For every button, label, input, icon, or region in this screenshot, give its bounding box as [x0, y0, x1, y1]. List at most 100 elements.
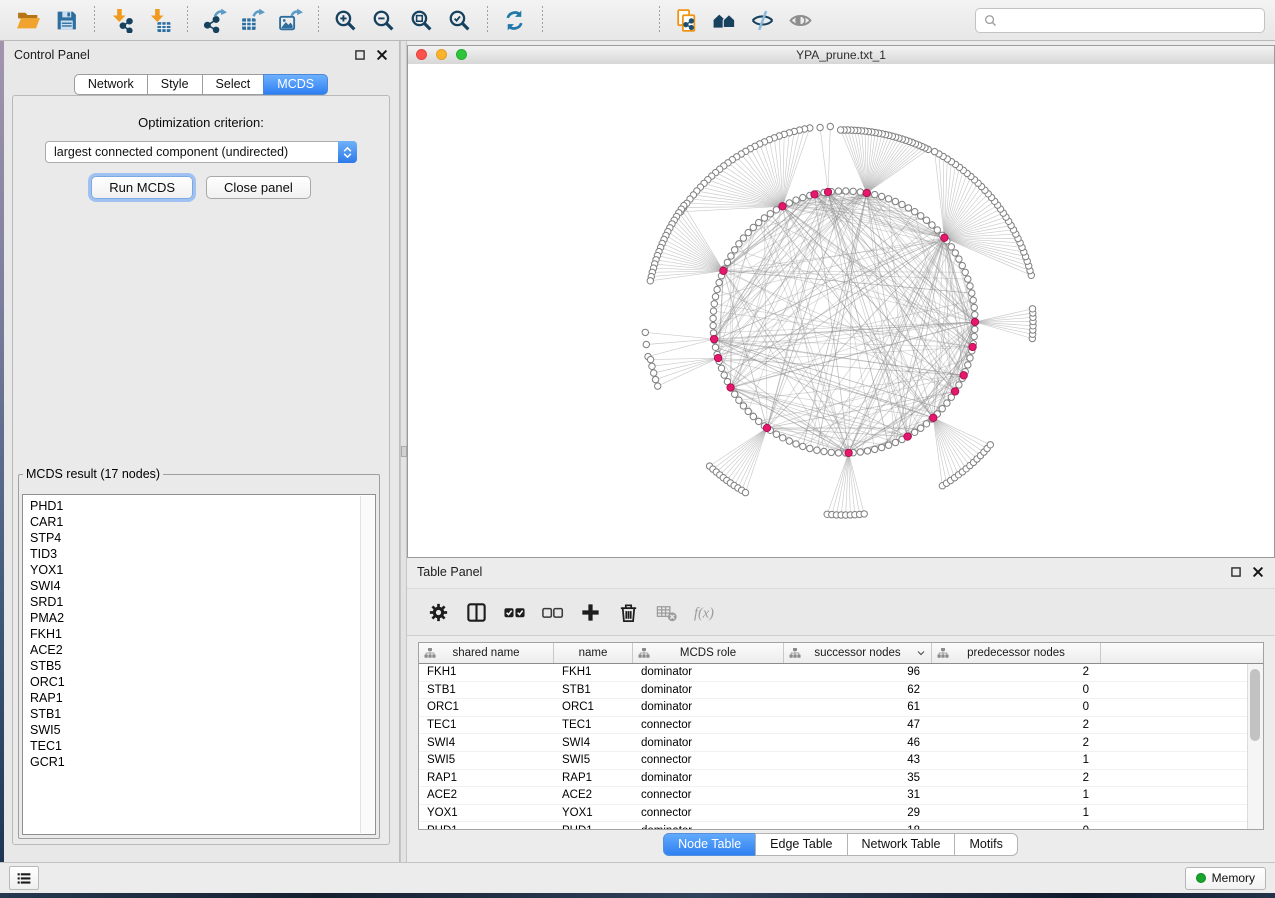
cell-predecessor-nodes[interactable]: 1	[932, 807, 1101, 819]
table-row[interactable]: YOX1YOX1connector291	[419, 805, 1263, 823]
table-scrollbar[interactable]	[1247, 664, 1263, 829]
cell-predecessor-nodes[interactable]: 0	[932, 825, 1101, 830]
table-row[interactable]: STB1STB1dominator620	[419, 682, 1263, 700]
mcds-result-item[interactable]: YOX1	[30, 562, 353, 578]
mcds-result-item[interactable]: FKH1	[30, 626, 353, 642]
search-input[interactable]	[998, 12, 1257, 28]
hide-graphics-details-button[interactable]	[747, 4, 779, 36]
cell-mcds-role[interactable]: dominator	[633, 737, 784, 749]
table-row[interactable]: FKH1FKH1dominator962	[419, 664, 1263, 682]
show-graphics-details-button[interactable]	[785, 4, 817, 36]
zoom-selected-button[interactable]	[444, 4, 476, 36]
select-all-rows-button[interactable]	[499, 596, 531, 628]
mcds-result-item[interactable]: PMA2	[30, 610, 353, 626]
cell-mcds-role[interactable]: connector	[633, 789, 784, 801]
cell-shared-name[interactable]: FKH1	[419, 666, 554, 678]
mcds-result-item[interactable]: SWI5	[30, 722, 353, 738]
first-neighbors-button[interactable]	[709, 4, 741, 36]
float-table-panel-icon[interactable]	[1229, 565, 1243, 579]
cell-successor-nodes[interactable]: 43	[784, 754, 932, 766]
cell-shared-name[interactable]: PHD1	[419, 825, 554, 830]
deselect-all-rows-button[interactable]	[537, 596, 569, 628]
cell-predecessor-nodes[interactable]: 2	[932, 772, 1101, 784]
zoom-fit-button[interactable]	[406, 4, 438, 36]
cell-name[interactable]: TEC1	[554, 719, 633, 731]
tab-edge-table[interactable]: Edge Table	[755, 833, 847, 856]
cell-shared-name[interactable]: STB1	[419, 684, 554, 696]
cell-mcds-role[interactable]: connector	[633, 719, 784, 731]
cell-shared-name[interactable]: RAP1	[419, 772, 554, 784]
cell-name[interactable]: ORC1	[554, 701, 633, 713]
cell-successor-nodes[interactable]: 46	[784, 737, 932, 749]
cell-name[interactable]: SWI5	[554, 754, 633, 766]
cell-shared-name[interactable]: TEC1	[419, 719, 554, 731]
table-scrollbar-thumb[interactable]	[1250, 669, 1260, 741]
export-image-button[interactable]	[275, 4, 307, 36]
close-table-panel-icon[interactable]	[1251, 565, 1265, 579]
run-mcds-button[interactable]: Run MCDS	[91, 176, 193, 199]
tab-select[interactable]: Select	[202, 74, 265, 95]
mcds-result-item[interactable]: STB5	[30, 658, 353, 674]
clone-network-button[interactable]	[671, 4, 703, 36]
tab-network-table[interactable]: Network Table	[847, 833, 956, 856]
show-column-panel-button[interactable]	[461, 596, 493, 628]
cell-successor-nodes[interactable]: 62	[784, 684, 932, 696]
criterion-select[interactable]: largest connected component (undirected)	[45, 141, 357, 163]
column-header-mcds-role[interactable]: MCDS role	[633, 643, 784, 663]
add-column-button[interactable]	[575, 596, 607, 628]
network-canvas[interactable]	[408, 64, 1274, 557]
mcds-result-item[interactable]: STB1	[30, 706, 353, 722]
cell-mcds-role[interactable]: connector	[633, 754, 784, 766]
zoom-out-button[interactable]	[368, 4, 400, 36]
cell-mcds-role[interactable]: connector	[633, 807, 784, 819]
network-window-titlebar[interactable]: YPA_prune.txt_1	[408, 46, 1274, 65]
cell-predecessor-nodes[interactable]: 0	[932, 684, 1101, 696]
cell-successor-nodes[interactable]: 96	[784, 666, 932, 678]
mcds-result-item[interactable]: SWI4	[30, 578, 353, 594]
mcds-result-item[interactable]: CAR1	[30, 514, 353, 530]
cell-name[interactable]: ACE2	[554, 789, 633, 801]
table-row[interactable]: ACE2ACE2connector311	[419, 787, 1263, 805]
cell-name[interactable]: YOX1	[554, 807, 633, 819]
table-row[interactable]: SWI4SWI4dominator462	[419, 734, 1263, 752]
table-row[interactable]: SWI5SWI5connector431	[419, 752, 1263, 770]
window-close-button[interactable]	[416, 49, 427, 60]
table-row[interactable]: ORC1ORC1dominator610	[419, 699, 1263, 717]
mcds-result-item[interactable]: ORC1	[30, 674, 353, 690]
delete-column-button[interactable]	[613, 596, 645, 628]
cell-shared-name[interactable]: SWI5	[419, 754, 554, 766]
network-graph[interactable]	[408, 64, 1274, 557]
cell-shared-name[interactable]: SWI4	[419, 737, 554, 749]
cell-mcds-role[interactable]: dominator	[633, 666, 784, 678]
cell-mcds-role[interactable]: dominator	[633, 825, 784, 830]
close-panel-icon[interactable]	[375, 48, 389, 62]
vertical-splitter[interactable]	[400, 41, 407, 862]
export-network-button[interactable]	[199, 4, 231, 36]
mcds-result-item[interactable]: TEC1	[30, 738, 353, 754]
column-header-name[interactable]: name	[554, 643, 633, 663]
mcds-result-item[interactable]: PHD1	[30, 498, 353, 514]
cell-shared-name[interactable]: YOX1	[419, 807, 554, 819]
mcds-result-item[interactable]: RAP1	[30, 690, 353, 706]
mcds-result-item[interactable]: STP4	[30, 530, 353, 546]
column-header-predecessor-nodes[interactable]: predecessor nodes	[932, 643, 1101, 663]
cell-successor-nodes[interactable]: 35	[784, 772, 932, 784]
cell-shared-name[interactable]: ORC1	[419, 701, 554, 713]
window-minimize-button[interactable]	[436, 49, 447, 60]
tab-mcds[interactable]: MCDS	[263, 74, 328, 95]
tab-node-table[interactable]: Node Table	[663, 833, 756, 856]
close-panel-button[interactable]: Close panel	[206, 176, 311, 199]
save-session-button[interactable]	[51, 4, 83, 36]
cell-predecessor-nodes[interactable]: 2	[932, 666, 1101, 678]
zoom-in-button[interactable]	[330, 4, 362, 36]
tab-style[interactable]: Style	[147, 74, 203, 95]
float-panel-icon[interactable]	[353, 48, 367, 62]
column-header-shared-name[interactable]: shared name	[419, 643, 554, 663]
cell-mcds-role[interactable]: dominator	[633, 701, 784, 713]
cell-mcds-role[interactable]: dominator	[633, 772, 784, 784]
memory-button[interactable]: Memory	[1185, 867, 1266, 890]
import-network-button[interactable]	[106, 4, 138, 36]
cell-predecessor-nodes[interactable]: 1	[932, 789, 1101, 801]
sort-descending-icon[interactable]	[915, 647, 927, 659]
cell-predecessor-nodes[interactable]: 1	[932, 754, 1101, 766]
